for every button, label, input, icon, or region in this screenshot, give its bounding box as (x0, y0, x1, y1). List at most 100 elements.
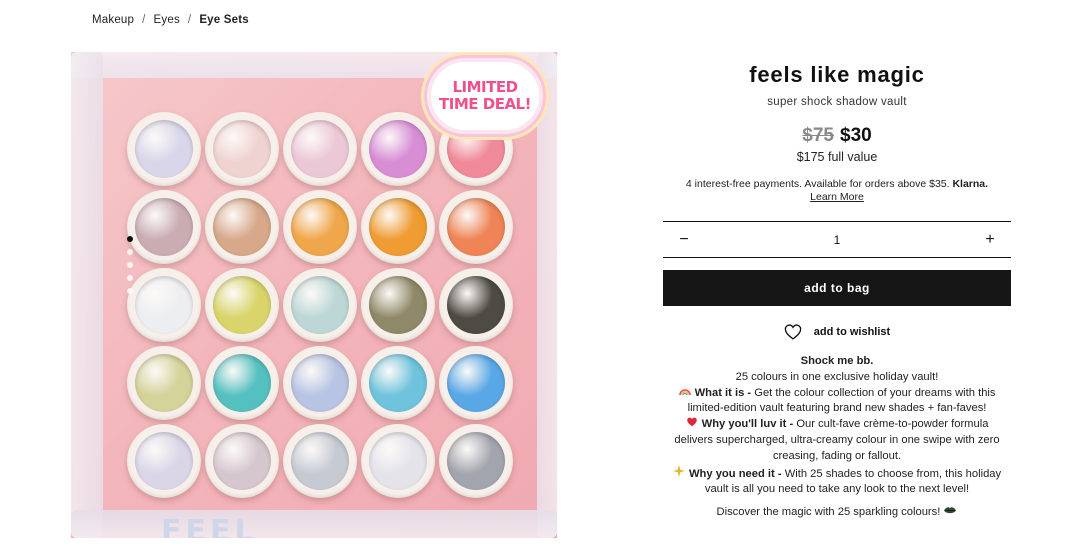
eyeshadow-shade (369, 432, 427, 490)
eyeshadow-pan (439, 346, 513, 420)
eyeshadow-pan (439, 424, 513, 498)
badge-line-1: LIMITED (452, 78, 518, 96)
klarna-text: 4 interest-free payments. Available for … (685, 178, 950, 190)
closing-line: Discover the magic with 25 sparkling col… (663, 506, 1011, 518)
limited-time-deal-badge: LIMITED TIME DEAL! (427, 58, 543, 134)
eyeshadow-shade (447, 432, 505, 490)
description-what-it-is: What it is - Get the colour collection o… (665, 386, 1009, 418)
eyeshadow-pan (205, 424, 279, 498)
carousel-dots[interactable] (127, 236, 133, 294)
eyeshadow-pan (361, 346, 435, 420)
eyeshadow-shade (213, 276, 271, 334)
eyeshadow-pan (439, 190, 513, 264)
badge-line-2: TIME DEAL! (439, 95, 531, 113)
eyeshadow-pan-grid (127, 112, 513, 502)
breadcrumb-makeup[interactable]: Makeup (92, 14, 134, 26)
eyeshadow-shade (213, 120, 271, 178)
eyeshadow-shade (135, 432, 193, 490)
klarna-info: 4 interest-free payments. Available for … (663, 178, 1011, 204)
eyeshadow-shade (135, 354, 193, 412)
carousel-dot[interactable] (127, 236, 133, 242)
eyeshadow-shade (291, 276, 349, 334)
eyeshadow-pan (283, 424, 357, 498)
eyeshadow-pan (205, 190, 279, 264)
eyeshadow-pan (205, 268, 279, 342)
breadcrumb: Makeup / Eyes / Eye Sets (92, 14, 249, 26)
decrease-quantity-button[interactable]: − (675, 231, 693, 249)
eyeshadow-pan (361, 112, 435, 186)
vault-lettering: FEEL (161, 514, 258, 538)
eyeshadow-shade (291, 432, 349, 490)
eyeshadow-shade (135, 120, 193, 178)
description-why-luv-it: Why you'll luv it - Our cult-fave crème-… (665, 417, 1009, 464)
eyeshadow-pan (127, 112, 201, 186)
quantity-stepper: − 1 + (663, 221, 1011, 258)
eyeshadow-pan (361, 190, 435, 264)
eyeshadow-pan (127, 268, 201, 342)
product-info: feels like magic super shock shadow vaul… (663, 60, 1011, 518)
description-why-need-it: Why you need it - With 25 shades to choo… (665, 464, 1009, 499)
eyeshadow-shade (369, 198, 427, 256)
eyeshadow-pan (127, 346, 201, 420)
carousel-dot[interactable] (127, 275, 133, 281)
increase-quantity-button[interactable]: + (981, 231, 999, 249)
eyeshadow-pan (205, 112, 279, 186)
why-need-it-label: Why you need it - (688, 467, 782, 480)
eyeshadow-shade (291, 120, 349, 178)
product-title: feels like magic (749, 62, 925, 87)
eyeshadow-shade (213, 354, 271, 412)
eyeshadow-pan (361, 268, 435, 342)
eyeshadow-shade (447, 198, 505, 256)
breadcrumb-separator: / (142, 14, 146, 26)
add-to-wishlist-button[interactable]: add to wishlist (663, 324, 1011, 340)
eyeshadow-pan (283, 112, 357, 186)
sparkle-icon (673, 464, 686, 483)
klarna-brand: Klarna. (952, 178, 989, 190)
eyeshadow-pan (439, 268, 513, 342)
vault-frame-left (71, 52, 103, 538)
rainbow-icon (678, 386, 691, 402)
eyeshadow-pan (283, 346, 357, 420)
wishlist-label: add to wishlist (813, 326, 891, 338)
price-row: $75 $30 (663, 125, 1011, 147)
why-luv-it-label: Why you'll luv it - (701, 418, 794, 431)
eyeshadow-shade (213, 198, 271, 256)
eyeshadow-pan (127, 424, 201, 498)
eyeshadow-shade (369, 354, 427, 412)
carousel-dot[interactable] (127, 249, 133, 255)
heart-outline-icon (784, 324, 802, 340)
eyeshadow-pan (205, 346, 279, 420)
product-description: Shock me bb. 25 colours in one exclusive… (663, 354, 1011, 498)
add-to-bag-button[interactable]: add to bag (663, 270, 1011, 306)
product-subtitle: super shock shadow vault (767, 96, 907, 108)
eyeshadow-shade (213, 432, 271, 490)
eyeshadow-shade (291, 198, 349, 256)
eyeshadow-pan (361, 424, 435, 498)
lips-icon (943, 506, 957, 518)
eyeshadow-shade (135, 198, 193, 256)
vault-frame-right (537, 52, 557, 538)
original-price: $75 (802, 125, 834, 146)
carousel-dot[interactable] (127, 288, 133, 294)
closing-text: Discover the magic with 25 sparkling col… (716, 506, 941, 519)
sale-price: $30 (840, 125, 872, 146)
product-image[interactable]: FEEL LIMITED TIME DEAL! (71, 52, 557, 538)
eyeshadow-shade (369, 276, 427, 334)
what-it-is-label: What it is - (694, 386, 752, 399)
eyeshadow-shade (135, 276, 193, 334)
eyeshadow-shade (447, 354, 505, 412)
description-tagline: 25 colours in one exclusive holiday vaul… (735, 370, 939, 383)
breadcrumb-current: Eye Sets (199, 14, 249, 26)
quantity-value[interactable]: 1 (834, 233, 841, 247)
vault-frame-bottom (71, 510, 557, 538)
breadcrumb-eyes[interactable]: Eyes (154, 14, 180, 26)
eyeshadow-shade (291, 354, 349, 412)
eyeshadow-shade (369, 120, 427, 178)
eyeshadow-pan (283, 268, 357, 342)
eyeshadow-pan (283, 190, 357, 264)
eyeshadow-pan (127, 190, 201, 264)
learn-more-link[interactable]: Learn More (663, 191, 1011, 204)
full-value: $175 full value (796, 150, 878, 164)
carousel-dot[interactable] (127, 262, 133, 268)
breadcrumb-separator: / (187, 14, 192, 26)
